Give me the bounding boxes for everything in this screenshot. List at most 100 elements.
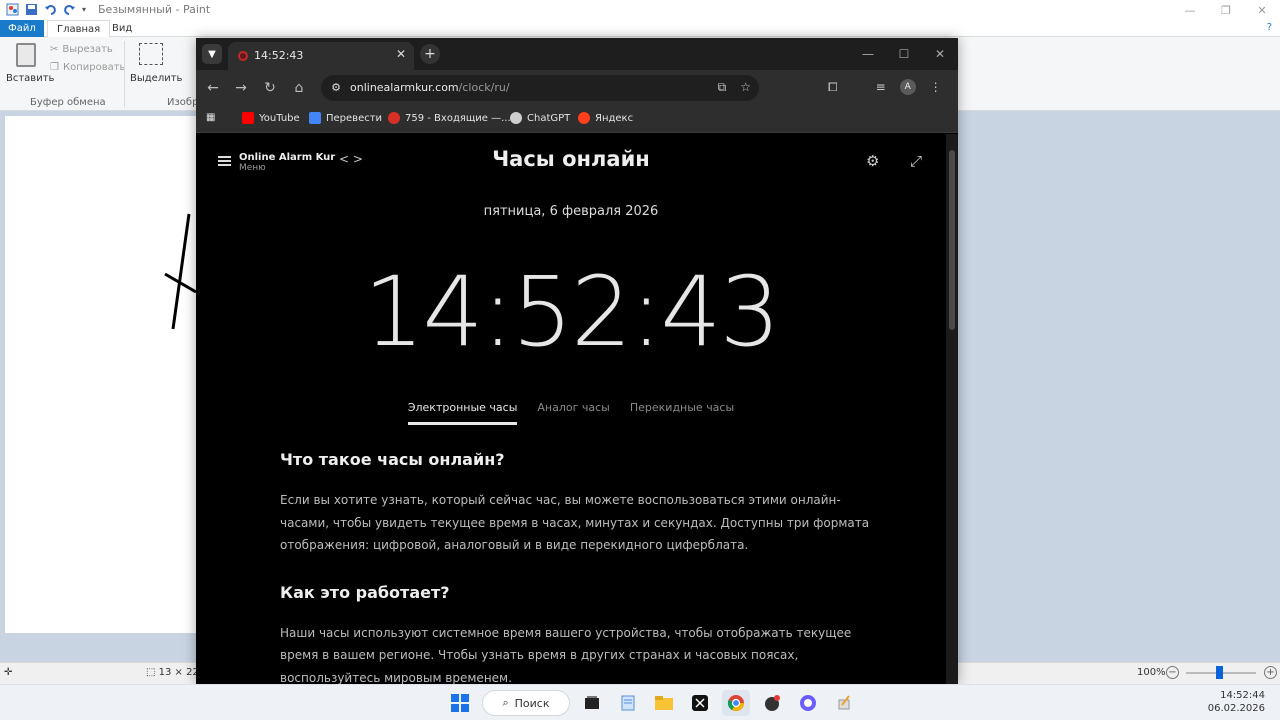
paint-ribbon-tabs: Файл Главная Вид ? bbox=[0, 20, 1280, 38]
bookmark-translate[interactable]: Перевести bbox=[309, 112, 382, 124]
bookmark-yandex[interactable]: Яндекс bbox=[578, 112, 633, 124]
notepad-icon[interactable] bbox=[614, 690, 642, 716]
tab-digital-clock[interactable]: Электронные часы bbox=[407, 401, 518, 425]
media-controls-icon[interactable]: ≡ bbox=[876, 80, 886, 94]
maximize-icon[interactable]: ☐ bbox=[886, 38, 922, 70]
paint-app-icon bbox=[6, 3, 19, 16]
current-date: пятница, 6 февраля 2026 bbox=[483, 204, 659, 219]
scissors-icon: ✂ bbox=[50, 44, 59, 55]
bookmark-star-icon[interactable]: ☆ bbox=[740, 80, 751, 95]
zoom-level: 100% bbox=[1137, 667, 1166, 678]
clock-date: 06.02.2026 bbox=[1207, 703, 1265, 714]
paint-taskbar-icon[interactable] bbox=[830, 690, 858, 716]
paint-canvas[interactable] bbox=[5, 116, 197, 633]
resize-icon: ⬚ bbox=[146, 667, 156, 678]
canvas-size-text: 13 × 22 bbox=[158, 667, 199, 678]
minimize-icon[interactable]: — bbox=[1172, 0, 1208, 20]
page-title: Часы онлайн bbox=[492, 147, 650, 171]
zoom-thumb[interactable] bbox=[1216, 666, 1223, 679]
install-app-icon[interactable]: ⧉ bbox=[718, 80, 727, 95]
close-icon[interactable]: ✕ bbox=[922, 38, 958, 70]
plus-icon: + bbox=[424, 46, 436, 62]
back-arrow-icon[interactable]: ← bbox=[204, 79, 222, 97]
youtube-icon bbox=[242, 112, 254, 124]
task-view-icon[interactable] bbox=[578, 690, 606, 716]
tab-title: 14:52:43 bbox=[254, 49, 304, 62]
search-label: Поиск bbox=[514, 696, 550, 710]
windows-taskbar: ⌕ Поиск 14:52:44 06.02.2026 bbox=[0, 684, 1280, 720]
chrome-toolbar: ← → ↻ ⌂ ⚙ onlinealarmkur.com/clock/ru/ ⧉… bbox=[196, 70, 958, 106]
zoom-slider[interactable]: − + bbox=[1166, 666, 1278, 680]
section-heading: Как это работает? bbox=[280, 582, 450, 602]
web-page: Online Alarm Kur Меню < > Часы онлайн ⚙ … bbox=[196, 134, 946, 684]
clipboard-icon bbox=[16, 43, 36, 67]
url-path: /clock/ru/ bbox=[458, 81, 510, 94]
url-text: onlinealarmkur.com/clock/ru/ bbox=[350, 81, 510, 94]
help-icon[interactable]: ? bbox=[1267, 22, 1272, 33]
start-button[interactable] bbox=[446, 690, 474, 716]
tab-search-button[interactable]: ▼ bbox=[202, 44, 222, 64]
settings-gear-icon[interactable]: ⚙ bbox=[866, 152, 879, 170]
screen-recorder-icon[interactable] bbox=[794, 690, 822, 716]
reload-icon[interactable]: ↻ bbox=[261, 79, 279, 97]
undo-icon[interactable] bbox=[44, 3, 57, 16]
profile-avatar[interactable]: A bbox=[899, 79, 916, 95]
tab-home[interactable]: Главная bbox=[47, 20, 111, 38]
minimize-icon[interactable]: — bbox=[850, 38, 886, 70]
chrome-menu-icon[interactable]: ⋮ bbox=[930, 80, 942, 94]
scrollbar-thumb[interactable] bbox=[949, 150, 955, 330]
page-scrollbar[interactable] bbox=[946, 134, 958, 684]
file-explorer-icon[interactable] bbox=[650, 690, 678, 716]
select-label: Выделить bbox=[130, 73, 183, 84]
bookmark-label: YouTube bbox=[259, 112, 300, 124]
bookmark-label: 759 - Входящие —... bbox=[405, 112, 511, 124]
windows-logo-icon bbox=[451, 694, 469, 712]
tab-file[interactable]: Файл bbox=[0, 20, 44, 37]
select-button[interactable]: Выделить bbox=[130, 43, 182, 84]
bookmark-label: ChatGPT bbox=[527, 112, 571, 124]
fullscreen-icon[interactable]: ⤢ bbox=[910, 152, 922, 170]
bookmark-label: Яндекс bbox=[595, 112, 634, 124]
bookmark-mail[interactable]: 759 - Входящие —... bbox=[388, 112, 511, 124]
bookmark-chatgpt[interactable]: ChatGPT bbox=[510, 112, 570, 124]
cut-button[interactable]: ✂ Вырезать bbox=[50, 44, 113, 55]
tab-flip-clock[interactable]: Перекидные часы bbox=[630, 401, 734, 425]
tab-analog-clock[interactable]: Аналог часы bbox=[537, 401, 609, 425]
close-icon[interactable]: ✕ bbox=[1244, 0, 1280, 20]
apps-grid-icon[interactable]: ▦ bbox=[206, 112, 215, 123]
section-heading: Что такое часы онлайн? bbox=[280, 450, 505, 469]
github-desktop-icon[interactable] bbox=[758, 690, 786, 716]
new-tab-button[interactable]: + bbox=[420, 44, 440, 64]
chevron-down-icon: ▼ bbox=[208, 48, 216, 60]
system-clock[interactable]: 14:52:44 06.02.2026 bbox=[1208, 689, 1265, 715]
home-icon[interactable]: ⌂ bbox=[290, 79, 308, 97]
mail-icon bbox=[388, 112, 400, 124]
section-text: Наши часы используют системное время ваш… bbox=[280, 625, 852, 685]
x-app-icon[interactable] bbox=[686, 690, 714, 716]
paint-titlebar: ▾ Безымянный - Paint — ❐ ✕ bbox=[0, 0, 1280, 20]
yandex-icon bbox=[578, 112, 590, 124]
close-tab-icon[interactable]: ✕ bbox=[396, 47, 406, 61]
paste-button[interactable]: Вставить bbox=[6, 43, 54, 84]
url-host: onlinealarmkur.com bbox=[350, 81, 459, 94]
cut-label: Вырезать bbox=[62, 44, 113, 55]
paste-label: Вставить bbox=[6, 73, 55, 84]
extensions-icon[interactable]: ⧠ bbox=[828, 80, 838, 95]
image-group-label: Изобр bbox=[167, 97, 199, 108]
maximize-icon[interactable]: ❐ bbox=[1208, 0, 1244, 20]
save-icon[interactable] bbox=[25, 3, 38, 16]
taskbar-items: ⌕ Поиск bbox=[446, 690, 858, 716]
chrome-taskbar-icon[interactable] bbox=[722, 690, 750, 716]
customize-toolbar-icon[interactable]: ▾ bbox=[82, 5, 86, 14]
browser-tab[interactable]: 14:52:43 ✕ bbox=[228, 42, 414, 70]
address-bar[interactable]: ⚙ onlinealarmkur.com/clock/ru/ ⧉ ☆ bbox=[321, 75, 759, 101]
copy-button[interactable]: ❐ Копировать bbox=[50, 62, 125, 73]
forward-arrow-icon[interactable]: → bbox=[232, 79, 250, 97]
bookmark-youtube[interactable]: YouTube bbox=[242, 112, 300, 124]
site-info-icon[interactable]: ⚙ bbox=[329, 81, 343, 95]
zoom-in-icon[interactable]: + bbox=[1264, 666, 1277, 679]
zoom-out-icon[interactable]: − bbox=[1166, 666, 1179, 679]
taskbar-search[interactable]: ⌕ Поиск bbox=[482, 690, 570, 716]
redo-icon[interactable] bbox=[63, 3, 76, 16]
tab-view[interactable]: Вид bbox=[103, 20, 141, 37]
